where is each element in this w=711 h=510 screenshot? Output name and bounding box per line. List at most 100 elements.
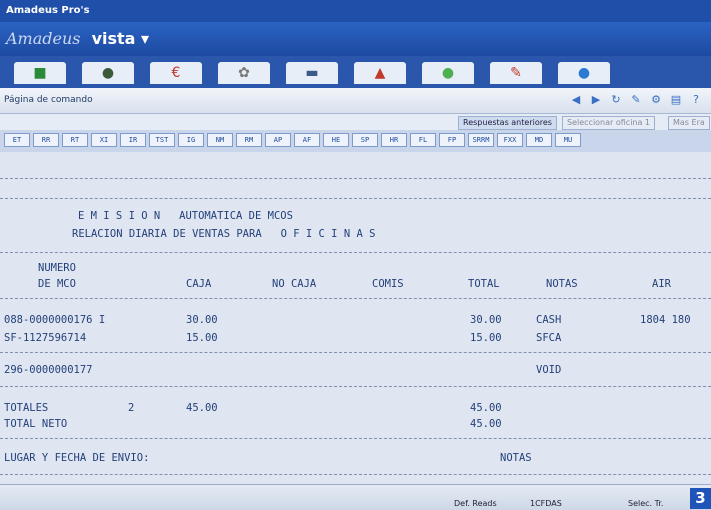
tab-person[interactable]: ▲ [354,62,406,84]
module-tabs: ■ ● € ✿ ▬ ▲ ● ✎ ● [0,56,711,88]
row-notas: CASH [536,314,562,326]
brand-name-menu[interactable]: vista ▾ [92,29,149,48]
col-header-air: AIR [652,278,671,290]
tab-blue-globe[interactable]: ● [558,62,610,84]
col-header-no-caja: NO CAJA [272,278,317,290]
tab-globe[interactable]: ● [82,62,134,84]
divider [0,474,711,475]
tools-icon[interactable]: ⚙ [649,93,663,107]
blue-globe-icon: ● [577,65,591,81]
key-button[interactable]: AF [294,133,320,147]
total-neto-label: TOTAL NETO [4,418,68,430]
report-subtitle: RELACION DIARIA DE VENTAS PARA O F I C I… [72,228,376,240]
row-numero: 088-0000000176 I [4,314,106,326]
tab-green[interactable]: ● [422,62,474,84]
key-button[interactable]: MU [555,133,581,147]
refresh-icon[interactable]: ↻ [609,93,623,107]
key-button[interactable]: RT [62,133,88,147]
key-button[interactable]: IG [178,133,204,147]
key-button[interactable]: FL [410,133,436,147]
col-header-numero: NUMERO [38,262,76,274]
window-title: Amadeus Pro's [0,0,711,22]
forward-icon[interactable]: ▶ [589,93,603,107]
row-total: 15.00 [470,332,502,344]
divider [0,352,711,353]
car-icon: ▬ [305,65,319,81]
document-icon: ✎ [510,65,522,81]
totales-total: 45.00 [470,402,502,414]
lugar-fecha-label: LUGAR Y FECHA DE ENVIO: [4,452,150,464]
globe-icon: ● [101,65,115,81]
col-header-de-mco: DE MCO [38,278,76,290]
total-neto-value: 45.00 [470,418,502,430]
row-air: 1804 180 [640,314,691,326]
divider [0,386,711,387]
col-header-notas: NOTAS [546,278,578,290]
divider [0,198,711,199]
key-button[interactable]: FXX [497,133,523,147]
euro-icon: € [171,65,181,81]
row-notas: SFCA [536,332,562,344]
key-button[interactable]: ET [4,133,30,147]
tab-previous-responses[interactable]: Respuestas anteriores [458,116,557,130]
back-icon[interactable]: ◀ [569,93,583,107]
report-title: E M I S I O N AUTOMATICA DE MCOS [78,210,293,222]
function-keys: ET RR RT XI IR TST IG NM RM AP AF HE SP … [0,130,711,152]
row-numero: 296-0000000177 [4,364,93,376]
tab-euro[interactable]: € [150,62,202,84]
person-icon: ▲ [374,65,386,81]
key-button[interactable]: RM [236,133,262,147]
row-numero: SF-1127596714 [4,332,87,344]
edit-icon[interactable]: ✎ [629,93,643,107]
key-button[interactable]: MD [526,133,552,147]
totales-label: TOTALES [4,402,49,414]
app-header: Amadeus vista ▾ [0,22,711,56]
green-circle-icon: ● [441,65,455,81]
key-button[interactable]: AP [265,133,291,147]
tab-book[interactable]: ■ [14,62,66,84]
status-text: 1CFDAS [530,499,562,508]
key-button[interactable]: XI [91,133,117,147]
tab-car[interactable]: ▬ [286,62,338,84]
notas-footer-label: NOTAS [500,452,532,464]
key-button[interactable]: TST [149,133,175,147]
key-button[interactable]: NM [207,133,233,147]
status-bar: Def. Reads 1CFDAS Selec. Tr. [0,484,711,510]
col-header-comis: COMIS [372,278,404,290]
key-button[interactable]: SRRM [468,133,494,147]
help-icon[interactable]: ? [689,93,703,107]
totales-count: 2 [128,402,135,414]
row-total: 30.00 [470,314,502,326]
divider [0,178,711,179]
divider [0,298,711,299]
report-screen: E M I S I O N AUTOMATICA DE MCOS RELACIO… [0,152,711,484]
divider [0,252,711,253]
page-number-badge: 3 [690,488,711,509]
key-button[interactable]: HR [381,133,407,147]
key-button[interactable]: FP [439,133,465,147]
status-text: Def. Reads [454,499,497,508]
book-icon: ■ [33,65,47,81]
brand-prefix: Amadeus [6,29,81,48]
totales-caja: 45.00 [186,402,218,414]
flower-icon: ✿ [238,65,250,81]
command-page-label: Página de comando [4,95,93,105]
row-caja: 15.00 [186,332,218,344]
tab-document[interactable]: ✎ [490,62,542,84]
tab-select-office[interactable]: Seleccionar oficina 1 [562,116,656,130]
row-caja: 30.00 [186,314,218,326]
row-notas: VOID [536,364,562,376]
tab-more[interactable]: Mas Era [668,116,710,130]
col-header-caja: CAJA [186,278,212,290]
key-button[interactable]: SP [352,133,378,147]
response-tabs: Respuestas anteriores Seleccionar oficin… [0,114,711,130]
tab-flower[interactable]: ✿ [218,62,270,84]
key-button[interactable]: IR [120,133,146,147]
key-button[interactable]: RR [33,133,59,147]
command-toolbar: Página de comando ◀ ▶ ↻ ✎ ⚙ ▤ ? [0,88,711,114]
print-icon[interactable]: ▤ [669,93,683,107]
status-text: Selec. Tr. [628,499,664,508]
divider [0,438,711,439]
key-button[interactable]: HE [323,133,349,147]
col-header-total: TOTAL [468,278,500,290]
